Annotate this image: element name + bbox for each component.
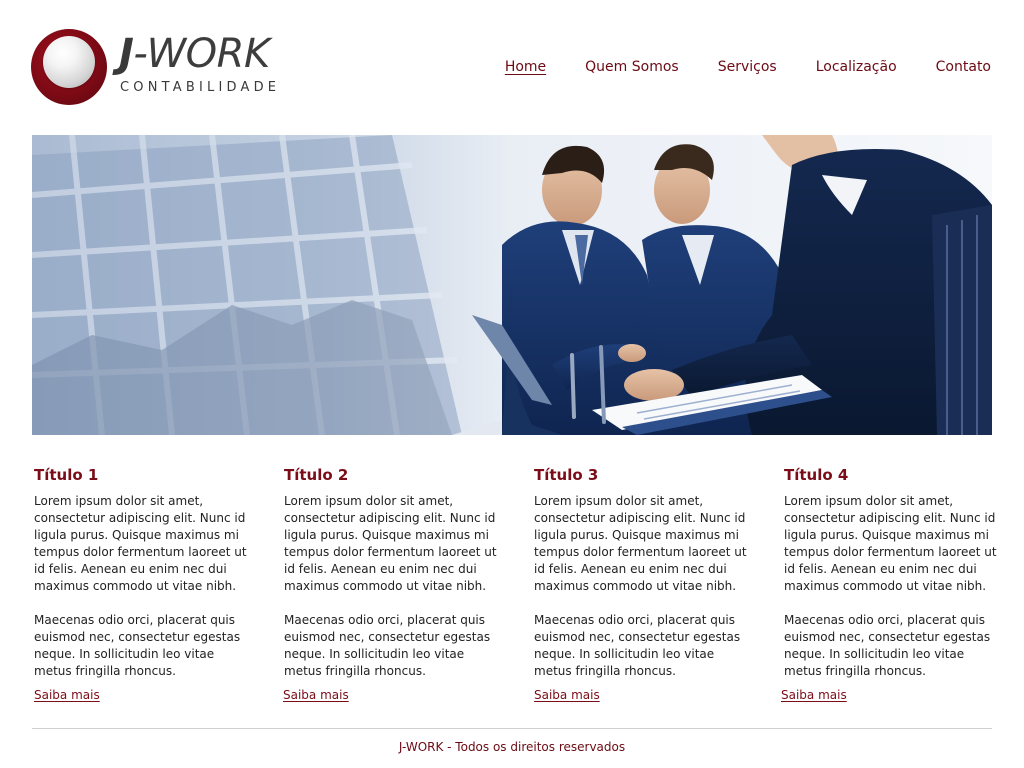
footer-divider <box>32 728 992 729</box>
nav-link-contato[interactable]: Contato <box>936 57 991 77</box>
logo-sphere-icon <box>43 36 95 88</box>
column-title: Título 1 <box>34 466 99 484</box>
logo-tagline: CONTABILIDADE <box>120 80 281 95</box>
hero-image <box>32 135 992 435</box>
logo-wordmark: J-WORK <box>119 30 270 78</box>
column-paragraph-2: Maecenas odio orci, placerat quis euismo… <box>34 613 241 678</box>
column-title: Título 4 <box>784 466 849 484</box>
column-paragraph-2: Maecenas odio orci, placerat quis euismo… <box>284 613 491 678</box>
logo-initial: J <box>119 31 134 77</box>
logo-name-rest: -WORK <box>133 31 270 77</box>
column-title: Título 2 <box>284 466 349 484</box>
column-paragraph-1: Lorem ipsum dolor sit amet, consectetur … <box>534 494 747 593</box>
column-paragraph-2: Maecenas odio orci, placerat quis euismo… <box>784 613 991 678</box>
nav-link-quem-somos[interactable]: Quem Somos <box>585 57 679 77</box>
column-paragraph-1: Lorem ipsum dolor sit amet, consectetur … <box>284 494 497 593</box>
site-header: J-WORK CONTABILIDADE Home Quem Somos Ser… <box>0 0 1024 120</box>
nav-link-home[interactable]: Home <box>505 57 546 77</box>
footer-copyright: J-WORK - Todos os direitos reservados <box>398 740 626 754</box>
column-4: Título 4 Lorem ipsum dolor sit amet, con… <box>781 464 998 702</box>
nav-link-servicos[interactable]: Serviços <box>718 57 777 77</box>
column-paragraph-1: Lorem ipsum dolor sit amet, consectetur … <box>34 494 247 593</box>
main-nav: Home Quem Somos Serviços Localização Con… <box>466 57 991 77</box>
saiba-mais-link[interactable]: Saiba mais <box>34 688 100 702</box>
hero-banner <box>32 135 992 435</box>
saiba-mais-link[interactable]: Saiba mais <box>781 688 847 702</box>
column-paragraph-1: Lorem ipsum dolor sit amet, consectetur … <box>784 494 997 593</box>
saiba-mais-link[interactable]: Saiba mais <box>534 688 600 702</box>
column-title: Título 3 <box>534 466 599 484</box>
column-3: Título 3 Lorem ipsum dolor sit amet, con… <box>534 464 748 702</box>
column-2: Título 2 Lorem ipsum dolor sit amet, con… <box>283 464 498 702</box>
column-paragraph-2: Maecenas odio orci, placerat quis euismo… <box>534 613 741 678</box>
site-logo[interactable]: J-WORK CONTABILIDADE <box>31 28 321 108</box>
saiba-mais-link[interactable]: Saiba mais <box>283 688 349 702</box>
nav-link-localizacao[interactable]: Localização <box>816 57 897 77</box>
column-1: Título 1 Lorem ipsum dolor sit amet, con… <box>34 464 248 702</box>
